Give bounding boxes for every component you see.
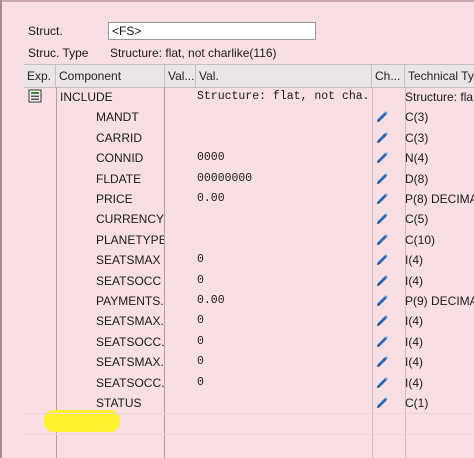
struct-label: Struct. xyxy=(28,24,63,38)
component-name: INCLUDE xyxy=(60,90,113,104)
pencil-icon[interactable] xyxy=(374,375,390,391)
component-name: SEATSMAX... xyxy=(96,314,164,329)
value-cell[interactable] xyxy=(197,107,370,127)
table-row[interactable]: PRICE 0.00 P(8) DECIMA xyxy=(24,189,474,209)
technical-type-cell: C(1) xyxy=(405,396,429,410)
value-cell[interactable]: 0 xyxy=(197,332,370,352)
technical-type-cell: N(4) xyxy=(405,151,429,166)
component-grid: Exp. Component Val... Val. Ch... Technic… xyxy=(24,64,474,458)
value-cell[interactable] xyxy=(197,230,370,250)
component-name: CONNID xyxy=(96,151,144,166)
column-header-change[interactable]: Ch... xyxy=(372,65,405,87)
technical-type-cell: C(3) xyxy=(405,130,429,145)
pencil-icon[interactable] xyxy=(374,130,390,146)
struct-input[interactable]: <FS> xyxy=(108,22,316,40)
pencil-icon[interactable] xyxy=(374,354,390,370)
pencil-icon[interactable] xyxy=(374,232,390,248)
column-header-component[interactable]: Component xyxy=(56,65,165,87)
include-row[interactable]: INCLUDE Structure: flat, not cha... Struct… xyxy=(24,87,474,107)
table-row[interactable]: CONNID 0000 N(4) xyxy=(24,148,474,168)
pencil-icon[interactable] xyxy=(374,273,390,289)
value-cell[interactable]: 0 xyxy=(197,352,370,372)
pencil-icon[interactable] xyxy=(374,211,390,227)
component-name: SEATSOCC... xyxy=(96,375,164,390)
table-row[interactable]: SEATSOCC... 0 I(4) xyxy=(24,332,474,352)
technical-type-cell: I(4) xyxy=(405,314,423,329)
value-cell[interactable]: 0.00 xyxy=(197,291,370,311)
table-row[interactable]: SEATSMAX 0 I(4) xyxy=(24,250,474,270)
window-left-border xyxy=(0,0,2,458)
technical-type-cell: I(4) xyxy=(405,334,423,349)
structure-include-icon[interactable] xyxy=(28,89,42,103)
value-cell[interactable]: 0.00 xyxy=(197,189,370,209)
component-name: SEATSMAX xyxy=(96,253,161,268)
table-row[interactable]: SEATSOCC 0 I(4) xyxy=(24,271,474,291)
empty-row xyxy=(24,433,474,455)
value-cell[interactable] xyxy=(197,128,370,148)
pencil-icon[interactable] xyxy=(374,171,390,187)
component-name: CARRID xyxy=(96,130,143,145)
value-cell[interactable]: 0 xyxy=(197,311,370,331)
value-cell[interactable]: 0 xyxy=(197,250,370,270)
component-name: PLANETYPE xyxy=(96,232,164,247)
window-top-border xyxy=(0,0,474,2)
grid-body: INCLUDE Structure: flat, not cha... Struct… xyxy=(24,87,474,458)
struc-type-value: Structure: flat, not charlike(116) xyxy=(110,46,277,60)
technical-type-cell: P(8) DECIMA xyxy=(405,192,474,206)
pencil-icon[interactable] xyxy=(374,150,390,166)
value-cell[interactable] xyxy=(197,393,370,413)
column-header-val-short[interactable]: Val... xyxy=(165,65,196,87)
component-name: PAYMENTS... xyxy=(96,294,164,308)
table-row[interactable]: SEATSOCC... 0 I(4) xyxy=(24,373,474,393)
component-name: CURRENCY xyxy=(96,212,164,227)
pencil-icon[interactable] xyxy=(374,191,390,207)
technical-type-cell: Structure: fla xyxy=(405,90,474,104)
technical-type-cell: C(10) xyxy=(405,232,436,247)
component-name: SEATSMAX... xyxy=(96,355,164,370)
table-row[interactable]: STATUS C(1) xyxy=(24,393,474,413)
component-name: MANDT xyxy=(96,110,139,125)
empty-row xyxy=(24,413,474,434)
table-row[interactable]: CARRID C(3) xyxy=(24,128,474,148)
component-name-status: STATUS xyxy=(96,396,142,410)
pencil-icon[interactable] xyxy=(374,313,390,329)
table-row[interactable]: PAYMENTS... 0.00 P(9) DECIMA xyxy=(24,291,474,311)
component-name: SEATSOCC... xyxy=(96,334,164,349)
technical-type-cell: D(8) xyxy=(405,171,429,186)
table-row[interactable]: SEATSMAX... 0 I(4) xyxy=(24,311,474,331)
table-row[interactable]: SEATSMAX... 0 I(4) xyxy=(24,352,474,372)
technical-type-cell: C(5) xyxy=(405,212,429,227)
technical-type-cell: P(9) DECIMA xyxy=(405,294,474,308)
technical-type-cell: C(3) xyxy=(405,110,429,125)
value-cell[interactable]: 0000 xyxy=(197,148,370,168)
pencil-icon[interactable] xyxy=(374,293,390,309)
value-cell[interactable]: Structure: flat, not cha... xyxy=(197,87,370,107)
component-name: SEATSOCC xyxy=(96,273,162,288)
struct-field-row: Struct. xyxy=(28,21,108,41)
technical-type-cell: I(4) xyxy=(405,355,423,370)
table-row[interactable]: PLANETYPE C(10) xyxy=(24,230,474,250)
pencil-icon[interactable] xyxy=(374,109,390,125)
struc-type-label: Struc. Type xyxy=(28,46,89,60)
grid-header: Exp. Component Val... Val. Ch... Technic… xyxy=(24,64,474,88)
value-cell[interactable]: 0 xyxy=(197,271,370,291)
table-row[interactable]: MANDT C(3) xyxy=(24,107,474,127)
column-header-val[interactable]: Val. xyxy=(196,65,372,87)
component-name: PRICE xyxy=(96,192,133,206)
technical-type-cell: I(4) xyxy=(405,375,423,390)
technical-type-cell: I(4) xyxy=(405,273,423,288)
table-row[interactable]: CURRENCY C(5) xyxy=(24,209,474,229)
pencil-icon[interactable] xyxy=(374,334,390,350)
table-row[interactable]: FLDATE 00000000 D(8) xyxy=(24,169,474,189)
column-header-exp[interactable]: Exp. xyxy=(24,65,56,87)
struc-type-row: Struc. Type xyxy=(28,43,108,63)
component-name: FLDATE xyxy=(96,171,142,186)
value-cell[interactable]: 0 xyxy=(197,373,370,393)
pencil-icon[interactable] xyxy=(374,252,390,268)
technical-type-cell: I(4) xyxy=(405,253,423,268)
value-cell[interactable]: 00000000 xyxy=(197,169,370,189)
value-cell[interactable] xyxy=(197,209,370,229)
pencil-icon[interactable] xyxy=(374,395,390,411)
column-header-technical-type[interactable]: Technical Ty xyxy=(405,65,474,87)
